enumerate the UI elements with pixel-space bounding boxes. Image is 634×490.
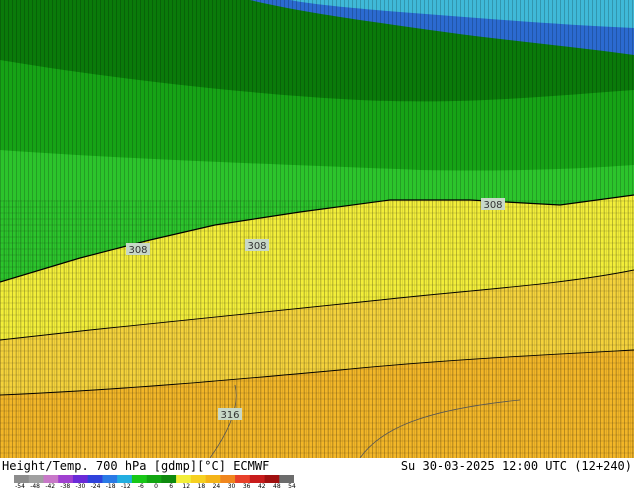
colorbar-cell xyxy=(205,475,221,483)
map-title: Height/Temp. 700 hPa [gdmp][°C] ECMWF xyxy=(2,459,270,473)
colorbar-cell xyxy=(87,475,103,483)
svg-text:308: 308 xyxy=(128,245,147,256)
colorbar-tick-label: -24 xyxy=(90,483,101,490)
colorbar-cell xyxy=(117,475,133,483)
temperature-field: 308 308 308 316 xyxy=(0,0,634,458)
colorbar-cell xyxy=(235,475,251,483)
colorbar-tick-label: -18 xyxy=(105,483,116,490)
colorbar-cell xyxy=(131,475,147,483)
colorbar-cell xyxy=(102,475,118,483)
colorbar-tick-label: -42 xyxy=(45,483,56,490)
svg-text:316: 316 xyxy=(220,410,239,421)
colorbar-tick-label: 6 xyxy=(169,483,174,490)
colorbar-cell xyxy=(14,475,30,483)
colorbar-tick-label: 12 xyxy=(182,483,191,490)
colorbar-tick-label: -6 xyxy=(137,483,144,490)
colorbar-tick-label: 48 xyxy=(273,483,281,490)
colorbar-tick-label: 36 xyxy=(242,483,251,490)
colorbar-ticks: -54 -48 -42 -38 -30 -24 -18 -12 -6 0 6 12 18 24 30 36 42… xyxy=(15,483,300,490)
colorbar-tick-label: 30 xyxy=(227,483,236,490)
colorbar-tick-label: 24 xyxy=(212,483,221,490)
colorbar-cell xyxy=(279,475,294,483)
colorbar-cell xyxy=(161,475,177,483)
contour-label: 308 xyxy=(126,243,150,256)
weather-map: 308 308 308 316 xyxy=(0,0,634,458)
contour-label: 308 xyxy=(245,239,269,252)
colorbar-cell xyxy=(176,475,192,483)
colorbar-cell xyxy=(72,475,88,483)
colorbar-tick-label: -38 xyxy=(60,483,71,490)
contour-hatching-warm xyxy=(0,200,634,458)
colorbar-cell xyxy=(249,475,265,483)
colorbar-tick-label: 42 xyxy=(257,483,266,490)
colorbar-cell xyxy=(220,475,236,483)
colorbar-cell xyxy=(264,475,280,483)
colorbar-cell xyxy=(28,475,44,483)
colorbar xyxy=(14,475,294,483)
colorbar-cell xyxy=(190,475,206,483)
map-valid-time: Su 30-03-2025 12:00 UTC (12+240) xyxy=(400,459,632,473)
contour-label: 316 xyxy=(218,408,242,421)
colorbar-tick-label: 18 xyxy=(197,483,206,490)
svg-text:308: 308 xyxy=(483,200,502,211)
colorbar-tick-label: 0 xyxy=(154,483,158,490)
colorbar-cell xyxy=(146,475,162,483)
colorbar-tick-label: -48 xyxy=(30,483,41,490)
colorbar-cell xyxy=(43,475,59,483)
colorbar-tick-label: -12 xyxy=(120,483,131,490)
contour-label: 308 xyxy=(481,198,505,211)
colorbar-tick-label: 54 xyxy=(288,483,296,490)
svg-text:308: 308 xyxy=(247,241,266,252)
colorbar-cell xyxy=(58,475,74,483)
colorbar-tick-label: -30 xyxy=(75,483,86,490)
colorbar-tick-label: -54 xyxy=(15,483,25,490)
